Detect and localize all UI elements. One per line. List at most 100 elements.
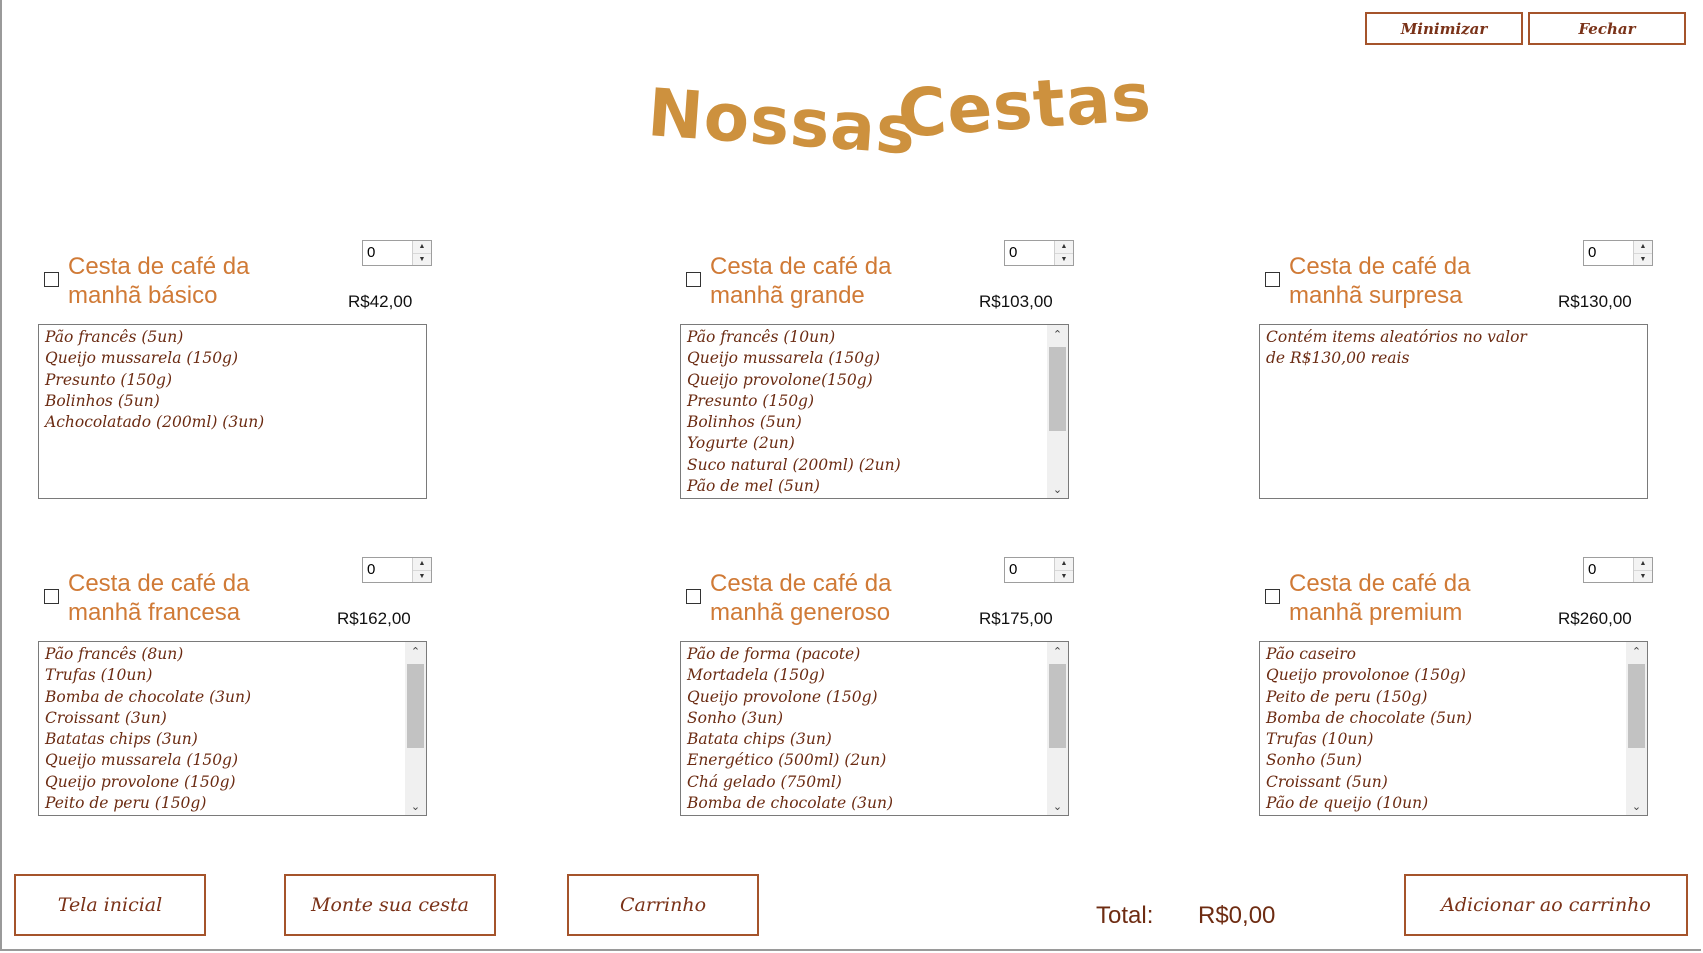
list-item: Pão francês (5un)	[45, 328, 184, 346]
basket-premium: Cesta de café da manhã premium 0 ▲ ▼ R$2…	[1259, 557, 1653, 837]
basket-checkbox[interactable]	[686, 589, 701, 604]
quantity-value[interactable]: 0	[1584, 241, 1633, 265]
stepper-up-icon[interactable]: ▲	[413, 241, 431, 253]
list-item: Batata chips (3un)	[687, 730, 832, 749]
stepper-down-icon[interactable]: ▼	[413, 252, 431, 265]
basket-items-list[interactable]: Pão de forma (pacote) Mortadela (150g) Que…	[680, 641, 1069, 816]
scroll-up-icon[interactable]: ⌃	[1047, 325, 1068, 343]
stepper-up-icon[interactable]: ▲	[413, 558, 431, 570]
list-item: Mortadela (150g)	[687, 666, 825, 685]
page-title-word-1: Nossas	[645, 74, 919, 170]
quantity-value[interactable]: 0	[363, 241, 412, 265]
stepper-buttons: ▲ ▼	[1633, 241, 1652, 265]
list-item: Queijo provolonoe (150g)	[1266, 666, 1466, 685]
basket-items-list[interactable]: Pão francês (5un) Queijo mussarela (150g)…	[38, 324, 427, 499]
stepper-down-icon[interactable]: ▼	[1634, 569, 1652, 582]
basket-surpresa: Cesta de café da manhã surpresa 0 ▲ ▼ R$…	[1259, 240, 1653, 520]
add-to-cart-button[interactable]: Adicionar ao carrinho	[1404, 874, 1688, 936]
basket-checkbox[interactable]	[1265, 589, 1280, 604]
stepper-down-icon[interactable]: ▼	[413, 569, 431, 582]
basket-price: R$162,00	[337, 609, 411, 628]
minimize-button[interactable]: Minimizar	[1365, 12, 1523, 45]
scroll-thumb[interactable]	[1628, 664, 1645, 748]
stepper-up-icon[interactable]: ▲	[1055, 558, 1073, 570]
scroll-thumb[interactable]	[407, 664, 424, 748]
scroll-up-icon[interactable]: ⌃	[1626, 642, 1647, 660]
items-container: Pão caseiro Queijo provolonoe (150g) Peito…	[1266, 644, 1623, 814]
quantity-stepper[interactable]: 0 ▲ ▼	[362, 240, 432, 266]
quantity-value[interactable]: 0	[1005, 241, 1054, 265]
basket-items-list[interactable]: Pão francês (8un) Trufas (10un) Bomba de c…	[38, 641, 427, 816]
vertical-scrollbar[interactable]: ⌃ ⌄	[1047, 325, 1068, 498]
basket-name: Cesta de café da manhã surpresa	[1289, 253, 1471, 309]
list-item: Energético (500ml) (2un)	[687, 751, 887, 770]
list-item: Bomba de chocolate (3un)	[45, 687, 251, 706]
scroll-thumb[interactable]	[1049, 664, 1066, 748]
quantity-stepper[interactable]: 0 ▲ ▼	[1583, 557, 1653, 583]
quantity-stepper[interactable]: 0 ▲ ▼	[1583, 240, 1653, 266]
stepper-up-icon[interactable]: ▲	[1634, 241, 1652, 253]
build-basket-button[interactable]: Monte sua cesta	[284, 874, 496, 936]
scroll-thumb[interactable]	[1049, 347, 1066, 431]
list-item: Pão de queijo (10un)	[1266, 794, 1429, 813]
quantity-value[interactable]: 0	[1005, 558, 1054, 582]
list-item: Pão de forma (pacote)	[687, 645, 861, 663]
basket-checkbox[interactable]	[44, 589, 59, 604]
stepper-buttons: ▲ ▼	[1054, 241, 1073, 265]
scroll-up-icon[interactable]: ⌃	[1047, 642, 1068, 660]
stepper-buttons: ▲ ▼	[1633, 558, 1652, 582]
cart-button[interactable]: Carrinho	[567, 874, 759, 936]
list-item: Pão caseiro	[1266, 645, 1356, 663]
basket-name: Cesta de café da manhã francesa	[68, 570, 250, 626]
scroll-down-icon[interactable]: ⌄	[1626, 797, 1647, 815]
list-item: Peito de peru (150g)	[45, 794, 207, 813]
list-item: Pão francês (8un)	[45, 645, 184, 663]
list-item: Peito de peru (150g)	[1266, 687, 1428, 706]
basket-items-list[interactable]: Pão caseiro Queijo provolonoe (150g) Peito…	[1259, 641, 1648, 816]
list-item: Trufas (10un)	[1266, 730, 1374, 749]
list-item: Contém items aleatórios no valor	[1266, 328, 1527, 346]
basket-generoso: Cesta de café da manhã generoso 0 ▲ ▼ R$…	[680, 557, 1074, 837]
stepper-down-icon[interactable]: ▼	[1055, 252, 1073, 265]
list-item: Croissant (3un)	[45, 708, 167, 727]
basket-checkbox[interactable]	[1265, 272, 1280, 287]
items-container: Pão francês (5un) Queijo mussarela (150g)…	[45, 327, 420, 433]
items-container: Pão francês (10un) Queijo mussarela (150g…	[687, 327, 1044, 497]
stepper-down-icon[interactable]: ▼	[1055, 569, 1073, 582]
quantity-stepper[interactable]: 0 ▲ ▼	[1004, 240, 1074, 266]
stepper-up-icon[interactable]: ▲	[1055, 241, 1073, 253]
basket-name: Cesta de café da manhã generoso	[710, 570, 892, 626]
basket-price: R$260,00	[1558, 609, 1632, 628]
list-item: Batatas chips (3un)	[45, 730, 198, 749]
basket-items-list[interactable]: Pão francês (10un) Queijo mussarela (150g…	[680, 324, 1069, 499]
home-button[interactable]: Tela inicial	[14, 874, 206, 936]
quantity-value[interactable]: 0	[1584, 558, 1633, 582]
close-button[interactable]: Fechar	[1528, 12, 1686, 45]
vertical-scrollbar[interactable]: ⌃ ⌄	[405, 642, 426, 815]
items-container: Pão francês (8un) Trufas (10un) Bomba de c…	[45, 644, 402, 814]
list-item: Achocolatado (200ml) (3un)	[45, 413, 265, 432]
scroll-down-icon[interactable]: ⌄	[1047, 797, 1068, 815]
stepper-down-icon[interactable]: ▼	[1634, 252, 1652, 265]
list-item: Queijo provolone(150g)	[687, 370, 873, 389]
items-container: Contém items aleatórios no valor de R$130…	[1266, 327, 1641, 370]
basket-checkbox[interactable]	[44, 272, 59, 287]
scroll-up-icon[interactable]: ⌃	[405, 642, 426, 660]
stepper-up-icon[interactable]: ▲	[1634, 558, 1652, 570]
vertical-scrollbar[interactable]: ⌃ ⌄	[1047, 642, 1068, 815]
list-item: Presunto (150g)	[687, 391, 815, 410]
vertical-scrollbar[interactable]: ⌃ ⌄	[1626, 642, 1647, 815]
quantity-stepper[interactable]: 0 ▲ ▼	[1004, 557, 1074, 583]
stepper-buttons: ▲ ▼	[412, 241, 431, 265]
list-item: Queijo mussarela (150g)	[687, 349, 881, 368]
total-label: Total:	[1096, 902, 1154, 929]
basket-checkbox[interactable]	[686, 272, 701, 287]
basket-items-list[interactable]: Contém items aleatórios no valor de R$130…	[1259, 324, 1648, 499]
scroll-down-icon[interactable]: ⌄	[405, 797, 426, 815]
total-value: R$0,00	[1198, 902, 1276, 929]
scroll-down-icon[interactable]: ⌄	[1047, 480, 1068, 498]
quantity-value[interactable]: 0	[363, 558, 412, 582]
quantity-stepper[interactable]: 0 ▲ ▼	[362, 557, 432, 583]
list-item: Croissant (5un)	[1266, 772, 1388, 791]
list-item: Trufas (10un)	[45, 666, 153, 685]
